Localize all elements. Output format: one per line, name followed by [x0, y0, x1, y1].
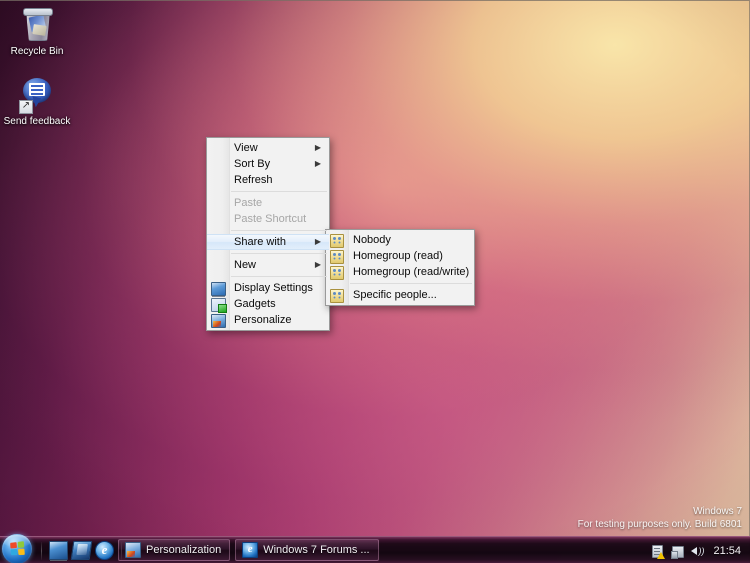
- menu-item-label: Paste: [234, 197, 263, 209]
- submenu-item-label: Specific people...: [353, 289, 437, 301]
- menu-item-paste: Paste: [207, 195, 329, 211]
- menu-item-icon-slot: [326, 232, 348, 248]
- menu-separator: [231, 230, 327, 231]
- menu-item-icon-slot: [207, 312, 229, 328]
- taskbar[interactable]: e Personalization e Windows 7 Forums ...: [0, 534, 750, 563]
- menu-item-icon-slot: [207, 280, 229, 296]
- menu-item-label: New: [234, 259, 257, 271]
- desktop-icon-label: Recycle Bin: [10, 46, 64, 57]
- taskbar-button-personalization[interactable]: Personalization: [118, 539, 231, 561]
- internet-explorer-icon[interactable]: e: [95, 541, 114, 560]
- desktop-icon-send-feedback[interactable]: ↗ Send feedback: [0, 76, 75, 127]
- personalize-icon: [211, 314, 226, 328]
- menu-item-label: Sort By: [234, 158, 271, 170]
- menu-item-icon-slot: [207, 211, 229, 227]
- menu-item-gadgets[interactable]: Gadgets: [207, 296, 329, 313]
- desktop-context-menu[interactable]: View ▶ Sort By ▶ Refresh Paste Paste Sho…: [206, 137, 330, 331]
- menu-item-icon-slot: [207, 234, 229, 250]
- submenu-item-nobody[interactable]: Nobody: [326, 232, 474, 248]
- submenu-item-specific-people[interactable]: Specific people...: [326, 287, 474, 303]
- menu-separator: [350, 283, 472, 284]
- chevron-right-icon: ▶: [314, 159, 322, 168]
- menu-item-new[interactable]: New ▶: [207, 257, 329, 273]
- watermark-line-1: Windows 7: [693, 506, 742, 517]
- windows-logo-icon: [10, 541, 25, 556]
- recycle-bin-icon: [19, 6, 55, 42]
- menu-item-label: Paste Shortcut: [234, 213, 307, 225]
- menu-item-refresh[interactable]: Refresh: [207, 172, 329, 188]
- quick-launch-divider: [41, 541, 42, 560]
- action-center-icon[interactable]: [650, 544, 666, 559]
- people-icon: [330, 266, 344, 280]
- menu-item-view[interactable]: View ▶: [207, 140, 329, 156]
- people-icon: [330, 234, 344, 248]
- submenu-item-homegroup-read-write[interactable]: Homegroup (read/write): [326, 264, 474, 280]
- volume-icon[interactable]: [690, 544, 704, 558]
- shortcut-arrow-icon: ↗: [19, 100, 33, 114]
- show-desktop-icon[interactable]: [49, 541, 68, 560]
- submenu-item-label: Nobody: [353, 234, 391, 246]
- switch-windows-icon[interactable]: [70, 541, 93, 560]
- taskbar-button-label: Personalization: [146, 544, 222, 556]
- taskbar-button-label: Windows 7 Forums ...: [263, 544, 370, 556]
- send-feedback-icon: ↗: [19, 76, 55, 114]
- menu-item-icon-slot: [326, 287, 348, 303]
- menu-item-icon-slot: [207, 257, 229, 273]
- submenu-item-label: Homegroup (read): [353, 250, 443, 262]
- submenu-item-homegroup-read[interactable]: Homegroup (read): [326, 248, 474, 264]
- watermark-line-2: For testing purposes only. Build 6801: [577, 519, 742, 530]
- taskbar-button-windows7-forums[interactable]: e Windows 7 Forums ...: [235, 539, 379, 561]
- gadgets-icon: [211, 298, 227, 313]
- network-icon[interactable]: [670, 544, 685, 559]
- menu-item-label: Gadgets: [234, 298, 276, 310]
- menu-item-icon-slot: [207, 140, 229, 156]
- display-icon: [211, 282, 226, 296]
- menu-item-icon-slot: [207, 296, 229, 313]
- menu-item-icon-slot: [326, 248, 348, 264]
- menu-item-share-with[interactable]: Share with ▶: [207, 234, 329, 250]
- submenu-item-label: Homegroup (read/write): [353, 266, 470, 278]
- menu-item-paste-shortcut: Paste Shortcut: [207, 211, 329, 227]
- menu-separator: [231, 276, 327, 277]
- menu-separator: [231, 191, 327, 192]
- people-icon: [330, 289, 344, 303]
- internet-explorer-icon: e: [242, 542, 259, 558]
- menu-item-label: View: [234, 142, 258, 154]
- menu-item-icon-slot: [207, 156, 229, 172]
- share-with-submenu[interactable]: Nobody Homegroup (read) Homegroup (read/…: [325, 229, 475, 306]
- start-button[interactable]: [2, 534, 32, 563]
- menu-item-sort-by[interactable]: Sort By ▶: [207, 156, 329, 172]
- menu-item-personalize[interactable]: Personalize: [207, 312, 329, 328]
- desktop-screen: Recycle Bin ↗ Send feedback View ▶ Sort …: [0, 0, 750, 563]
- menu-item-label: Share with: [234, 236, 286, 248]
- menu-item-label: Personalize: [234, 314, 292, 326]
- windows-build-watermark: Windows 7 For testing purposes only. Bui…: [578, 505, 742, 531]
- menu-item-icon-slot: [207, 172, 229, 188]
- taskbar-buttons[interactable]: Personalization e Windows 7 Forums ...: [118, 539, 379, 561]
- clock[interactable]: 21:54: [710, 545, 744, 557]
- chevron-right-icon: ▶: [314, 260, 322, 269]
- menu-item-icon-slot: [326, 264, 348, 280]
- menu-separator: [231, 253, 327, 254]
- menu-item-label: Display Settings: [234, 282, 313, 294]
- chevron-right-icon: ▶: [314, 143, 322, 152]
- desktop-icon-recycle-bin[interactable]: Recycle Bin: [0, 6, 75, 57]
- quick-launch-bar[interactable]: e: [38, 541, 125, 560]
- desktop-icon-label: Send feedback: [3, 116, 71, 127]
- menu-item-icon-slot: [207, 195, 229, 211]
- menu-item-label: Refresh: [234, 174, 273, 186]
- people-icon: [330, 250, 344, 264]
- system-tray[interactable]: 21:54: [650, 537, 748, 563]
- menu-item-display-settings[interactable]: Display Settings: [207, 280, 329, 296]
- chevron-right-icon: ▶: [314, 237, 322, 246]
- personalize-icon: [125, 542, 141, 558]
